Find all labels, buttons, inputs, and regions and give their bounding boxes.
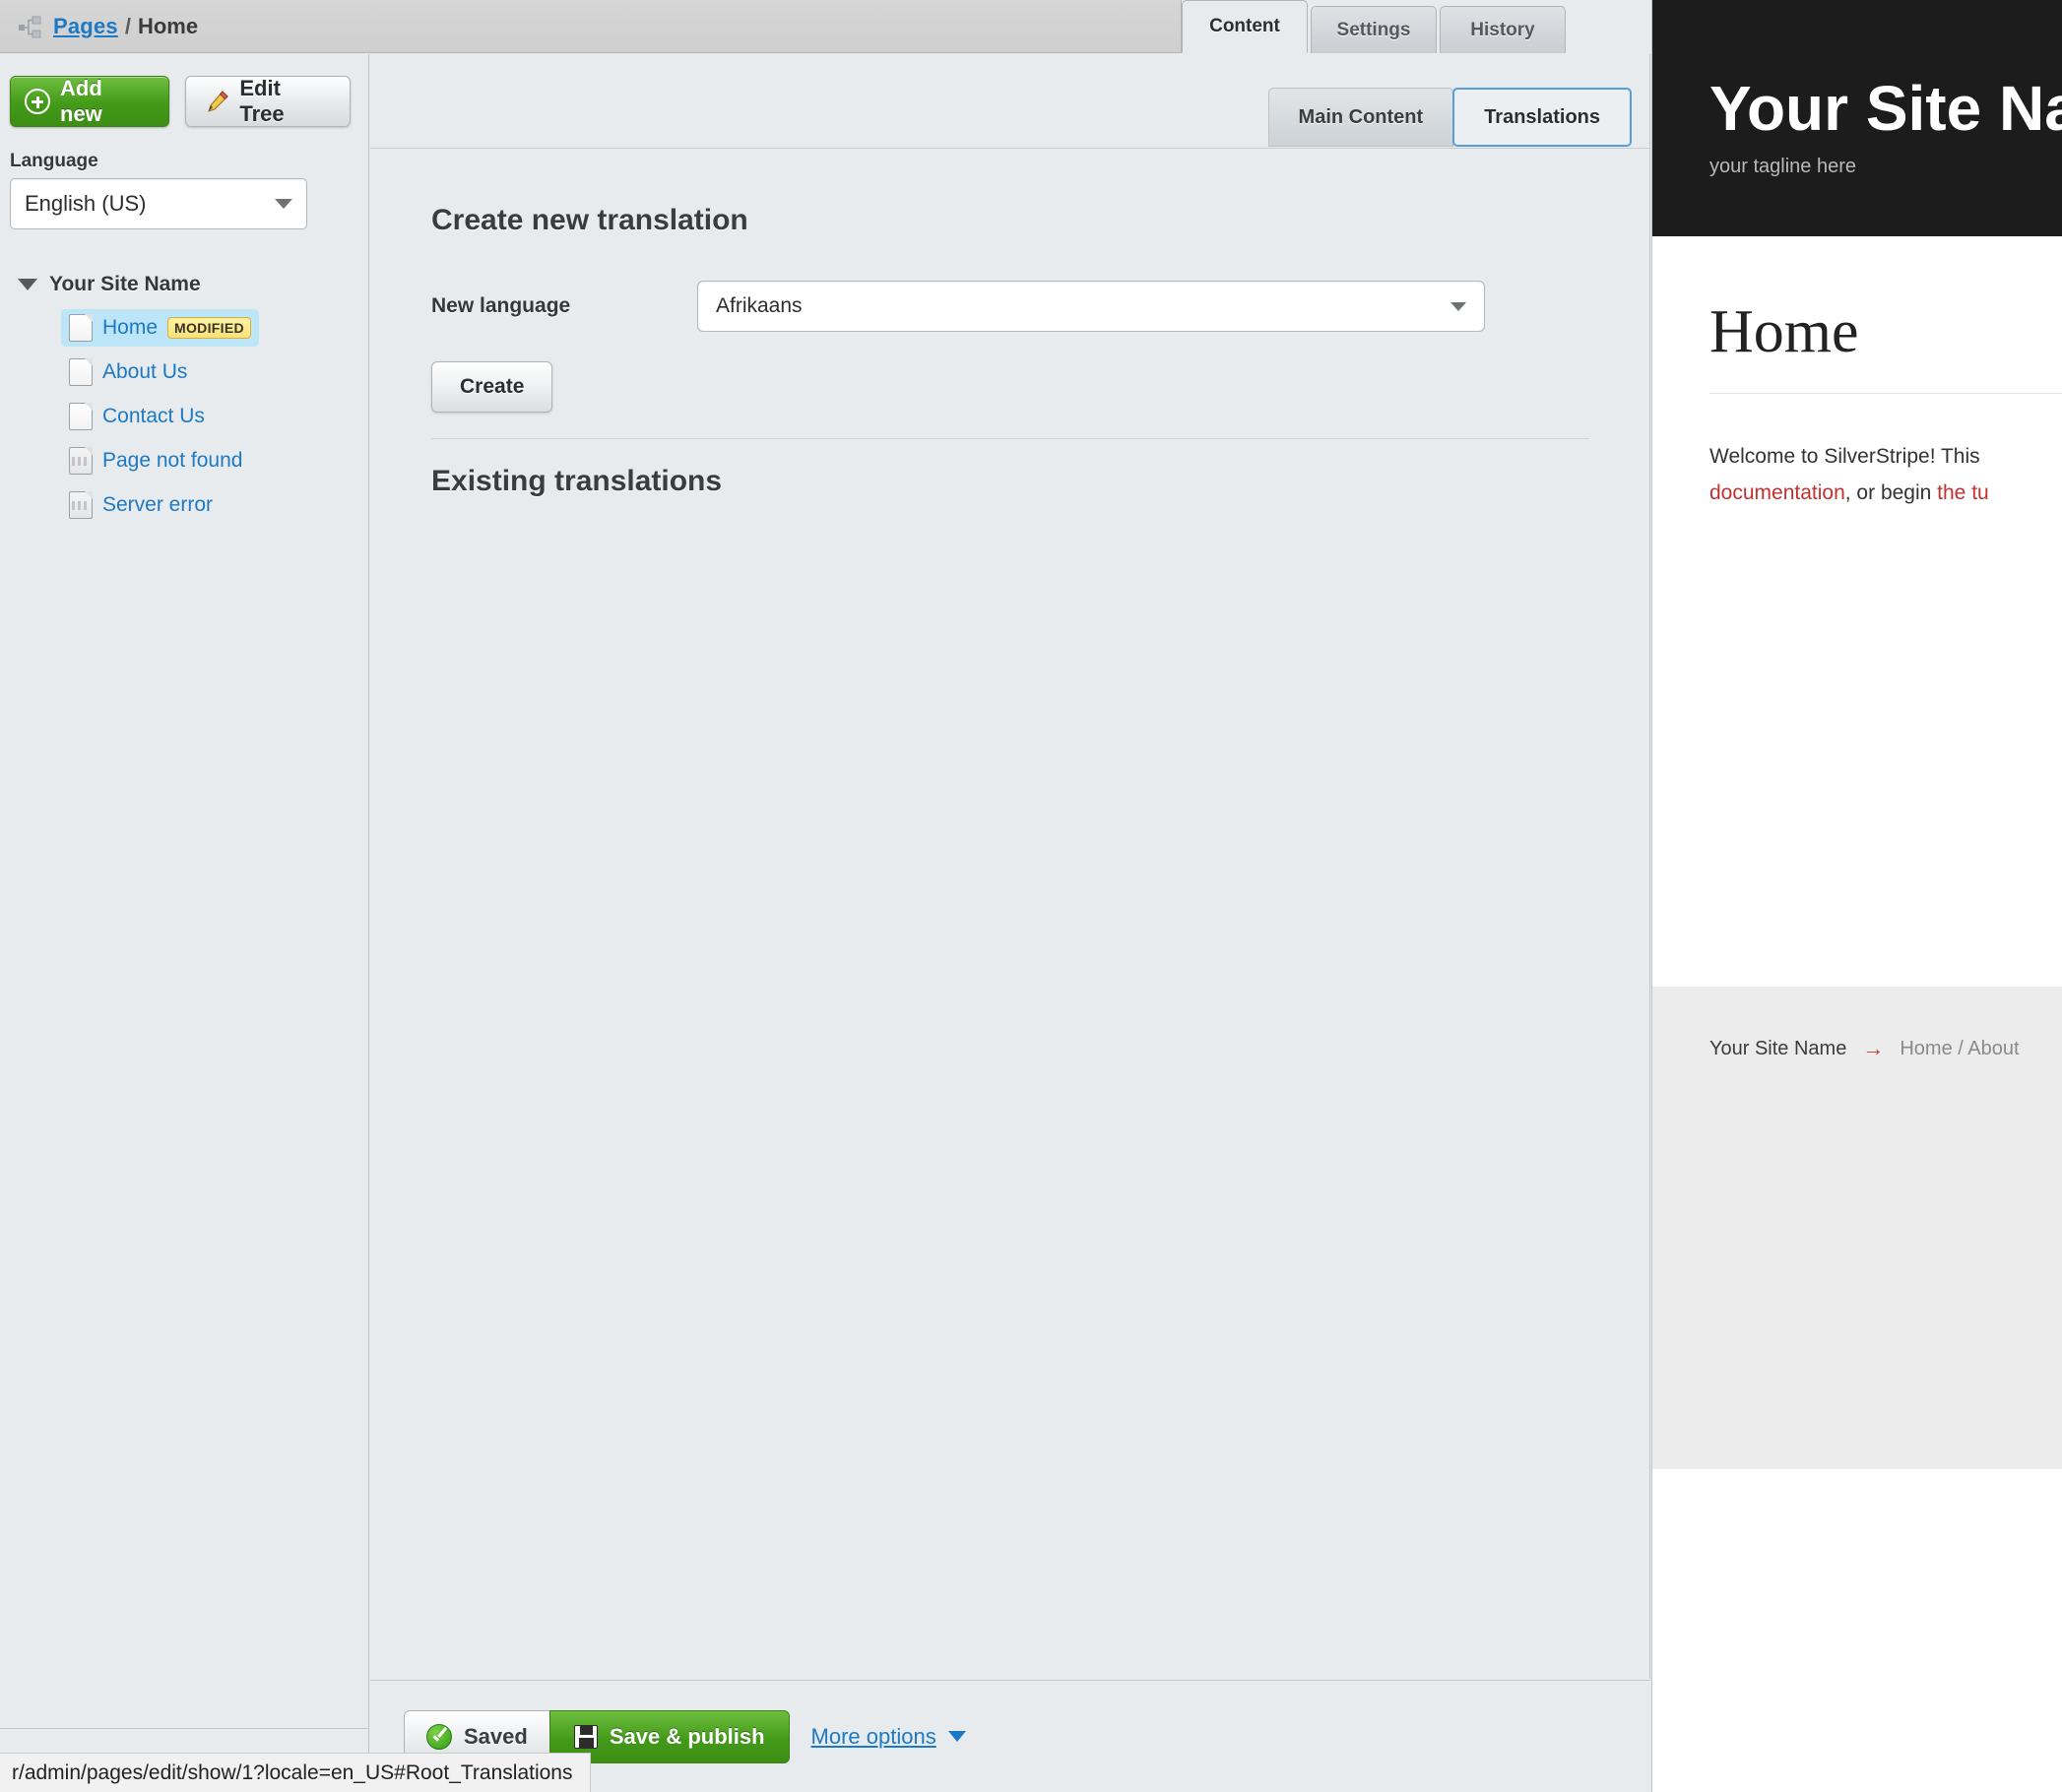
chevron-down-icon	[947, 1731, 966, 1742]
tab-history[interactable]: History	[1440, 6, 1566, 53]
content-subtab-bar: Main Content Translations	[1267, 88, 1632, 147]
preview-body-text-2: , or begin	[1844, 480, 1938, 504]
page-icon	[69, 403, 93, 430]
tree-root-label: Your Site Name	[49, 273, 201, 295]
page-tree: Your Site Name Home MODIFIED About Us Co…	[0, 267, 368, 524]
preview-body-paragraph: Welcome to SilverStripe! This documentat…	[1709, 439, 2062, 512]
tree-item-contact-us[interactable]: Contact Us	[61, 398, 213, 435]
pencil-icon	[206, 90, 229, 113]
save-and-publish-label: Save & publish	[609, 1723, 765, 1749]
plus-circle-icon	[25, 89, 50, 114]
sitetree-icon	[18, 15, 43, 40]
edit-tree-label: Edit Tree	[239, 76, 285, 126]
breadcrumb-bar: Pages / Home	[0, 0, 1182, 53]
check-circle-icon	[426, 1723, 452, 1750]
arrow-right-icon: →	[1862, 1036, 1885, 1060]
preview-site-footer: Your Site Name → Home / About	[1652, 987, 2062, 1469]
language-select[interactable]: English (US)	[10, 178, 307, 229]
new-language-label: New language	[431, 294, 571, 317]
breadcrumb-pages-link[interactable]: Pages	[53, 14, 118, 39]
more-options-button[interactable]: More options	[811, 1724, 966, 1750]
preview-page-body: Home Welcome to SilverStripe! This docum…	[1652, 236, 2062, 987]
preview-tutorial-link[interactable]: the tu	[1937, 481, 1989, 504]
breadcrumb-current: Home	[137, 13, 199, 38]
page-icon	[69, 314, 93, 342]
edit-tree-button[interactable]: Edit Tree	[185, 76, 351, 127]
page-icon	[69, 358, 93, 386]
preview-site-tagline: your tagline here	[1709, 156, 1856, 177]
breadcrumb-separator: /	[124, 13, 131, 38]
chevron-down-icon	[1450, 301, 1466, 311]
language-select-value: English (US)	[25, 191, 147, 216]
triangle-down-icon[interactable]	[18, 279, 37, 290]
floppy-disk-icon	[573, 1724, 598, 1749]
subtab-main-content-label: Main Content	[1298, 105, 1424, 128]
tree-item-about-us[interactable]: About Us	[61, 353, 195, 391]
subtab-main-content[interactable]: Main Content	[1267, 88, 1454, 147]
translations-form: Create new translation New language Afri…	[370, 148, 1649, 1679]
tab-content-label: Content	[1209, 16, 1280, 36]
new-language-select-value: Afrikaans	[716, 294, 803, 317]
preview-footer-site-name: Your Site Name	[1709, 1037, 1847, 1059]
form-divider	[431, 438, 1589, 439]
more-options-label: More options	[810, 1723, 936, 1749]
status-badge-modified: MODIFIED	[167, 317, 251, 339]
preview-site-header: Your Site Name your tagline here	[1652, 0, 2062, 236]
new-language-field-row: New language Afrikaans	[431, 281, 1588, 332]
tree-item-server-error[interactable]: Server error	[61, 486, 221, 524]
sidebar-actions: Add new Edit Tree	[0, 54, 368, 137]
preview-body-text-1: Welcome to SilverStripe! This	[1709, 445, 1980, 468]
preview-footer-breadcrumb: Your Site Name → Home / About	[1709, 1036, 2062, 1061]
tree-item-home[interactable]: Home MODIFIED	[61, 309, 259, 347]
silverstripe-cms-window: Pages / Home Content Settings History Ad…	[0, 0, 2062, 1792]
tree-item-server-error-label[interactable]: Server error	[102, 493, 213, 517]
sidebar: Add new Edit Tree Language English (US)	[0, 54, 369, 1728]
tree-item-page-not-found[interactable]: Page not found	[61, 442, 250, 480]
chevron-down-icon	[275, 199, 292, 209]
status-bar-url: r/admin/pages/edit/show/1?locale=en_US#R…	[0, 1753, 592, 1792]
preview-page-heading: Home	[1709, 298, 1859, 365]
tree-item-about-us-label[interactable]: About Us	[102, 360, 187, 384]
tab-settings-label: Settings	[1336, 19, 1411, 40]
tab-settings[interactable]: Settings	[1311, 6, 1437, 53]
language-label: Language	[10, 151, 98, 171]
tree-root-node[interactable]: Your Site Name	[8, 267, 368, 302]
preview-documentation-link[interactable]: documentation	[1709, 481, 1845, 504]
new-language-select[interactable]: Afrikaans	[697, 281, 1485, 332]
existing-translations-heading: Existing translations	[431, 465, 723, 497]
page-error-icon	[69, 447, 93, 475]
tree-item-page-not-found-label[interactable]: Page not found	[102, 449, 242, 473]
tab-history-label: History	[1470, 19, 1535, 40]
add-new-label: Add new	[60, 76, 102, 126]
site-preview-panel: Your Site Name your tagline here Home We…	[1651, 0, 2062, 1792]
subtab-translations[interactable]: Translations	[1452, 88, 1632, 147]
create-translation-heading: Create new translation	[431, 204, 748, 236]
saved-label: Saved	[464, 1723, 528, 1749]
preview-footer-nav: Home / About	[1900, 1037, 2020, 1059]
main-tab-bar: Content Settings History	[1182, 0, 1569, 53]
tree-item-home-label[interactable]: Home	[102, 316, 158, 340]
add-new-button[interactable]: Add new	[10, 76, 170, 127]
page-error-icon	[69, 491, 93, 519]
content-panel: Main Content Translations Create new tra…	[370, 54, 1650, 1679]
tree-item-contact-us-label[interactable]: Contact Us	[102, 405, 205, 428]
subtab-translations-label: Translations	[1484, 105, 1600, 128]
create-button[interactable]: Create	[431, 361, 553, 413]
preview-site-title: Your Site Name	[1709, 73, 2062, 144]
tab-content[interactable]: Content	[1182, 0, 1308, 53]
preview-heading-rule	[1709, 393, 2062, 394]
